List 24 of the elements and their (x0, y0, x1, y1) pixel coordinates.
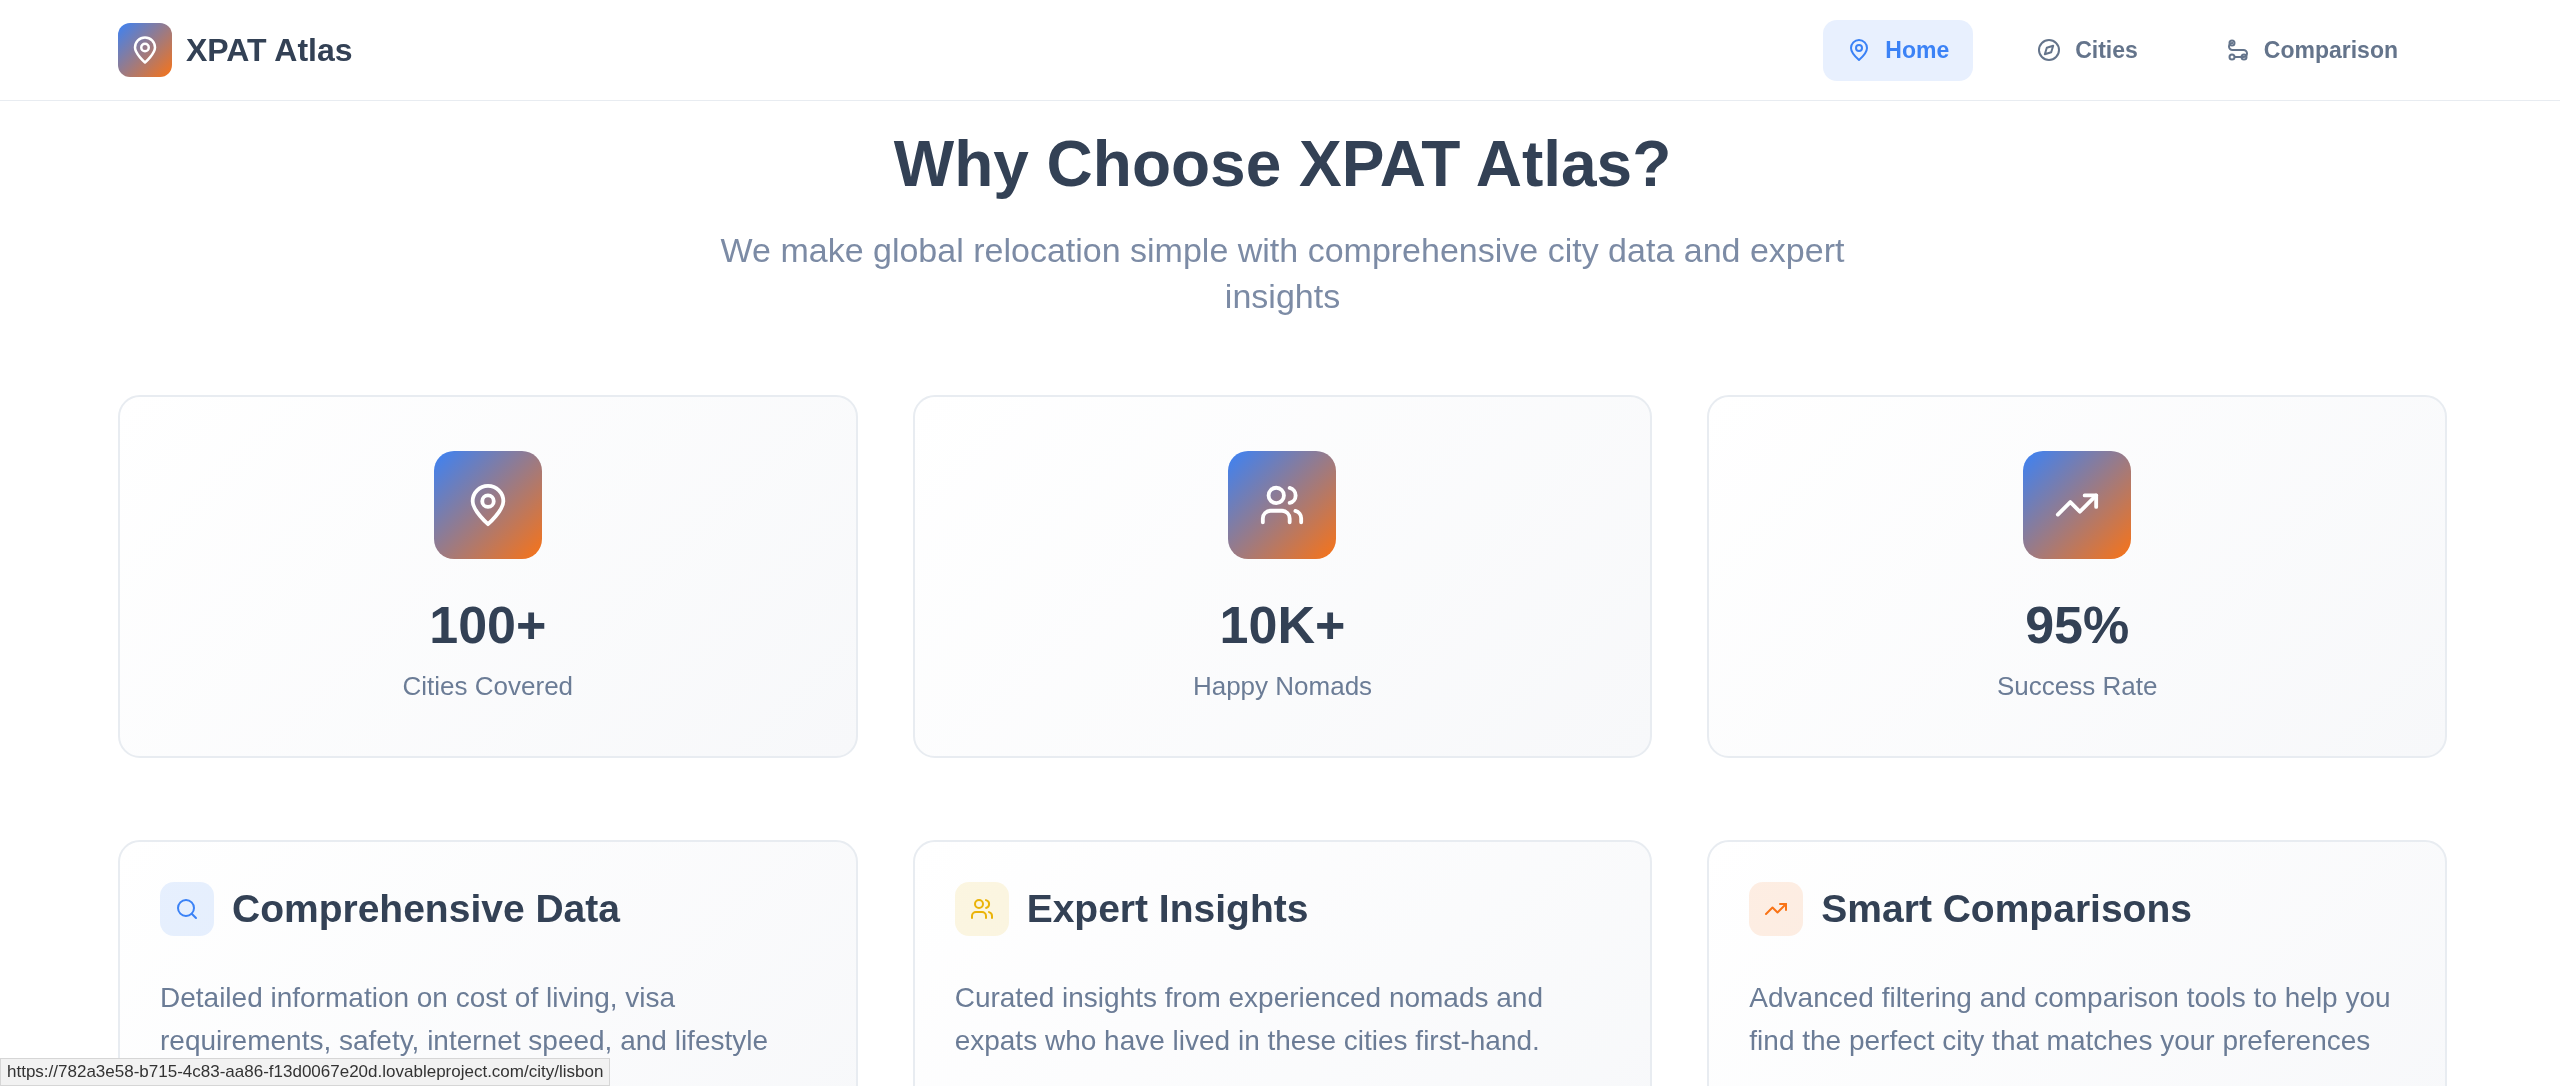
search-icon (175, 897, 199, 921)
logo[interactable] (118, 23, 172, 77)
users-icon (969, 897, 994, 921)
section-subtitle: We make global relocation simple with comprehensive city data and expert insights (719, 230, 1846, 317)
nav-tab[interactable]: Cities (2013, 19, 2162, 81)
compass-icon (2037, 38, 2062, 62)
section-title: Why Choose XPAT Atlas? (892, 127, 1673, 201)
feature-description: Detailed information on cost of living, visa requirements, safety, internet speed, and lifestyle (160, 981, 770, 1058)
stat-value: 10K+ (1219, 595, 1346, 655)
feature-description: Curated insights from experienced nomads and expats who have lived in these cities first-hand. (954, 981, 1544, 1058)
stat-value: 95% (2025, 595, 2130, 655)
route-icon (2225, 38, 2250, 62)
brand-name[interactable]: XPAT Atlas (186, 31, 353, 69)
feature-title: Smart Comparisons (1821, 887, 2192, 931)
nav-tab[interactable]: Home (1823, 19, 1974, 81)
feature-description: Advanced filtering and comparison tools to help you find the perfect city that matches your preferences (1749, 981, 2392, 1058)
stat-value: 100+ (429, 595, 547, 655)
feature-title: Expert Insights (1026, 887, 1309, 931)
stat-label: Happy Nomads (1192, 671, 1373, 702)
nav-tab[interactable]: Comparison (2201, 19, 2422, 81)
status-bar-url: https://782a3e58-b715-4c83-aa86-f13d0067e20d.lovableproject.com/city/lisbon (0, 1058, 611, 1086)
stat-label: Cities Covered (402, 671, 574, 702)
feature-title: Comprehensive Data (232, 887, 620, 931)
stat-label: Success Rate (1996, 671, 2158, 702)
